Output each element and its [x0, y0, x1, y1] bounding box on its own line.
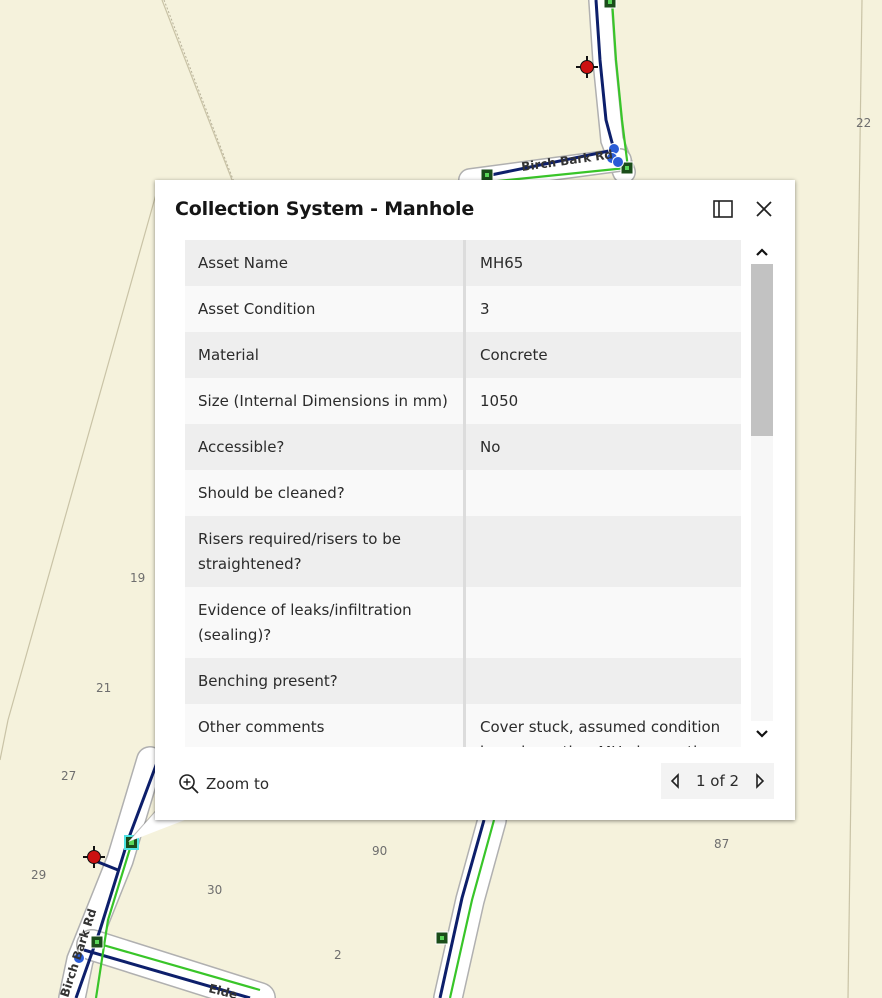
scroll-up-button[interactable]	[752, 242, 772, 262]
next-feature-button[interactable]	[746, 763, 774, 799]
field-value: 3	[464, 286, 741, 332]
field-value: Concrete	[464, 332, 741, 378]
field-name: Other comments	[185, 704, 466, 747]
feature-popup: Collection System - Manhole Asset Name M…	[155, 180, 795, 820]
chevron-up-icon	[756, 248, 768, 256]
close-button[interactable]	[751, 196, 777, 222]
table-row: Evidence of leaks/infiltration (sealing)…	[185, 587, 741, 658]
table-row: Asset Name MH65	[185, 240, 741, 286]
attribute-table-viewport[interactable]: Asset Name MH65 Asset Condition 3 Materi…	[185, 240, 741, 747]
popup-header: Collection System - Manhole	[155, 180, 795, 240]
parcel-label: 2	[334, 948, 342, 962]
parcel-label: 90	[372, 844, 387, 858]
parcel-label: 87	[714, 837, 729, 851]
previous-feature-button[interactable]	[661, 763, 689, 799]
popup-title: Collection System - Manhole	[175, 198, 475, 220]
popup-footer: Zoom to 1 of 2	[155, 747, 795, 820]
parcel-label: 27	[61, 769, 76, 783]
parcel-label: 21	[96, 681, 111, 695]
table-row: Material Concrete	[185, 332, 741, 378]
field-value: 1050	[464, 378, 741, 424]
parcel-label: 29	[31, 868, 46, 882]
table-row: Risers required/risers to be straightene…	[185, 516, 741, 587]
field-name: Material	[185, 332, 466, 378]
field-name: Risers required/risers to be straightene…	[185, 516, 466, 587]
field-name: Should be cleaned?	[185, 470, 466, 516]
parcel-label: 30	[207, 883, 222, 897]
field-name: Asset Name	[185, 240, 466, 286]
pager-count: 1 of 2	[695, 772, 740, 790]
zoom-to-label: Zoom to	[206, 775, 270, 793]
zoom-in-icon	[179, 774, 199, 794]
attribute-table: Asset Name MH65 Asset Condition 3 Materi…	[185, 240, 741, 747]
field-name: Accessible?	[185, 424, 466, 470]
field-value	[464, 470, 741, 516]
table-row: Asset Condition 3	[185, 286, 741, 332]
parcel-label: 22	[856, 116, 871, 130]
zoom-to-button[interactable]: Zoom to	[178, 771, 269, 797]
field-name: Evidence of leaks/infiltration (sealing)…	[185, 587, 466, 658]
caret-left-icon	[670, 773, 679, 789]
scroll-down-button[interactable]	[752, 724, 772, 744]
scrollbar[interactable]	[749, 240, 777, 747]
scrollbar-thumb[interactable]	[751, 264, 773, 436]
caret-right-icon	[756, 773, 765, 789]
field-value	[464, 658, 741, 704]
table-row: Accessible? No	[185, 424, 741, 470]
table-row: Size (Internal Dimensions in mm) 1050	[185, 378, 741, 424]
table-row: Should be cleaned?	[185, 470, 741, 516]
field-value: Cover stuck, assumed condition based on …	[464, 704, 741, 747]
parcel-label: 19	[130, 571, 145, 585]
dock-button[interactable]	[710, 196, 736, 222]
table-row: Other comments Cover stuck, assumed cond…	[185, 704, 741, 747]
field-value	[464, 516, 741, 587]
field-value: No	[464, 424, 741, 470]
field-name: Benching present?	[185, 658, 466, 704]
field-name: Size (Internal Dimensions in mm)	[185, 378, 466, 424]
close-icon	[756, 201, 772, 217]
field-value	[464, 587, 741, 658]
field-value: MH65	[464, 240, 741, 286]
table-row: Benching present?	[185, 658, 741, 704]
field-name: Asset Condition	[185, 286, 466, 332]
chevron-down-icon	[756, 730, 768, 738]
dock-icon	[713, 200, 733, 218]
feature-pager: 1 of 2	[661, 763, 774, 799]
